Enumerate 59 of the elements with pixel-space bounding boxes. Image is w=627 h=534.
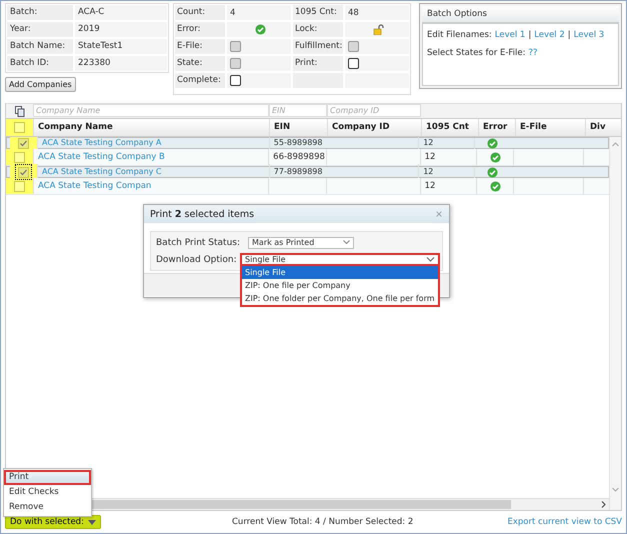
column-header[interactable]: Div	[585, 119, 611, 136]
option-label: Select States for E-File:	[427, 48, 526, 58]
field-label: Batch Print Status:	[155, 238, 242, 248]
panel-title: Batch Options	[422, 6, 619, 23]
field-value: 2019	[75, 22, 167, 37]
field-value: StateTest1	[75, 39, 167, 54]
field-label: Year:	[7, 22, 73, 37]
level-link[interactable]: Level 3	[574, 30, 604, 40]
table-cell: 12	[423, 167, 434, 176]
filter-field[interactable]: EIN	[269, 104, 327, 117]
status-label: State:	[175, 56, 225, 71]
table-cell: 12	[423, 138, 434, 147]
dropdown-option[interactable]: ZIP: One file per Company	[242, 279, 438, 292]
level-link[interactable]: Level 1	[494, 30, 526, 40]
status-label: E-File:	[175, 39, 225, 54]
separator-text: |	[568, 30, 571, 40]
column-header[interactable]: Error	[478, 119, 515, 136]
status-label: Count:	[175, 5, 225, 20]
separator-text: |	[528, 30, 532, 40]
field-label: Batch Name:	[7, 39, 73, 54]
table-cell: 55-8989898	[274, 138, 322, 147]
column-header[interactable]: Company ID	[327, 119, 421, 136]
selection-summary: Current View Total: 4 / Number Selected: 2	[232, 517, 414, 527]
status-label: Complete:	[175, 73, 225, 88]
menu-item[interactable]: Print	[4, 470, 91, 485]
status-value: 4	[227, 5, 291, 20]
dialog-title: Print 2 selected items	[150, 208, 254, 220]
download-option-select[interactable]: Single File	[240, 253, 440, 266]
option-label: Edit Filenames:	[427, 30, 492, 40]
column-header[interactable]: E-File	[515, 119, 585, 136]
status-label: Error:	[175, 22, 225, 37]
table-cell: 66-8989898	[273, 152, 325, 162]
status-label: Fulfillment:	[293, 39, 343, 54]
dropdown-option[interactable]: Single File	[242, 266, 438, 279]
table-cell: 12	[424, 181, 436, 191]
field-value: 223380	[75, 56, 167, 71]
add-companies-button[interactable]: Add Companies	[5, 77, 76, 92]
status-label: Lock:	[293, 22, 343, 37]
table-cell: 12	[424, 152, 436, 162]
field-label: Download Option:	[155, 254, 238, 264]
field-label: Batch:	[7, 5, 73, 20]
status-label: 1095 Cnt:	[293, 5, 343, 20]
table-cell: 77-8989898	[274, 167, 322, 176]
level-link[interactable]: Level 2	[534, 30, 565, 40]
filter-field[interactable]: Company Name	[33, 104, 269, 117]
column-header[interactable]: EIN	[269, 119, 327, 136]
menu-item[interactable]: Edit Checks	[4, 485, 91, 500]
column-header[interactable]: 1095 Cnt	[421, 119, 478, 136]
field-value: ACA-C	[75, 5, 167, 20]
states-link[interactable]: ??	[528, 48, 538, 58]
dropdown-option[interactable]: ZIP: One folder per Company, One file per form	[242, 292, 438, 305]
menu-item[interactable]: Remove	[4, 500, 91, 515]
column-header[interactable]: Company Name	[33, 119, 269, 136]
export-link[interactable]: Export current view to CSV	[507, 517, 622, 527]
print-status-select[interactable]: Mark as Printed	[248, 236, 354, 248]
status-value: 48	[345, 5, 409, 20]
field-label: Batch ID:	[7, 56, 73, 71]
status-label: Print:	[293, 56, 343, 71]
filter-field[interactable]: Company ID	[327, 104, 421, 117]
